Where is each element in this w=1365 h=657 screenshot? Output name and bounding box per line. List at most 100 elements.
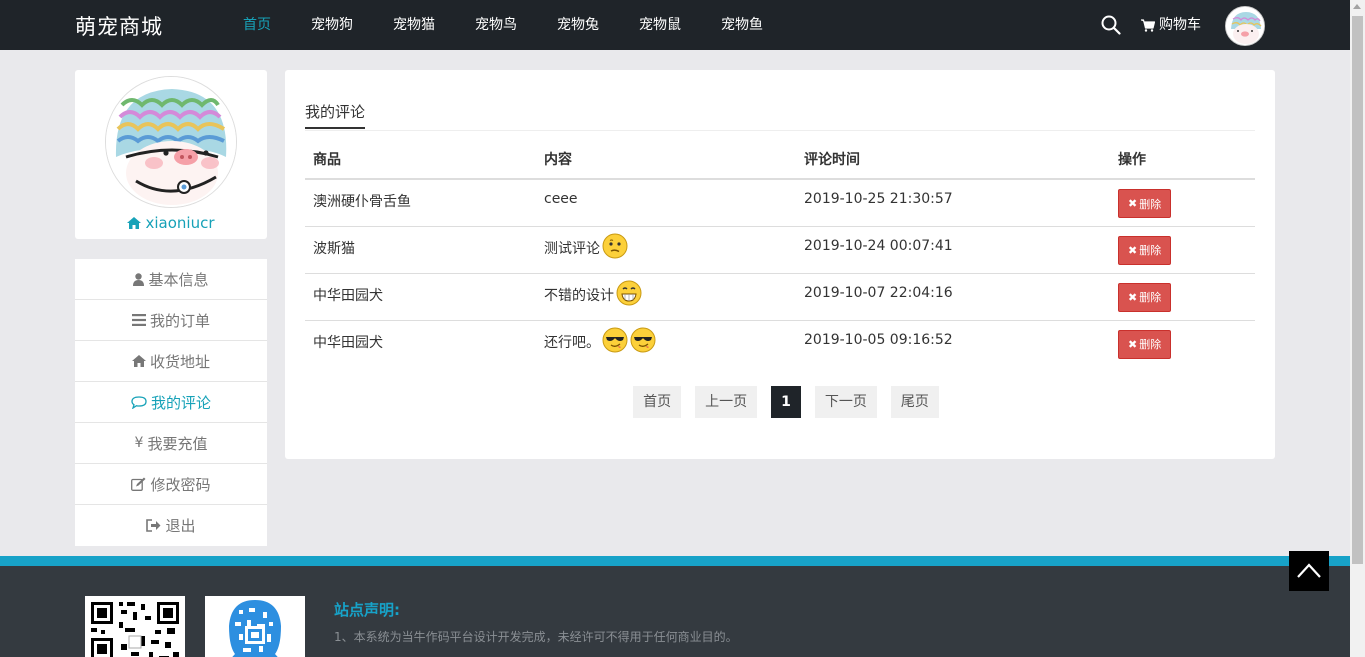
delete-label: 删除 [1139,338,1162,351]
delete-button[interactable]: ✖ 删除 [1118,329,1172,359]
sign-out-icon [146,519,161,532]
side-item-logout[interactable]: 退出 [75,505,267,546]
qq-qr-code [205,596,305,657]
tab-divider [305,130,1255,131]
delete-button[interactable]: ✖ 删除 [1118,189,1172,218]
table-header-row: 商品 内容 评论时间 操作 [305,140,1255,180]
profile-card: xiaoniucr [75,70,267,239]
page-current-button[interactable]: 1 [771,386,801,418]
side-item-my-comments[interactable]: 我的评论 [75,382,267,423]
close-icon: ✖ [1128,337,1138,351]
cell-action: ✖ 删除 [1110,320,1255,367]
chevron-up-icon [1297,563,1321,578]
column-header-content: 内容 [536,140,796,180]
side-item-basic-info[interactable]: 基本信息 [75,259,267,300]
cell-product[interactable]: 中华田园犬 [305,320,536,367]
site-brand[interactable]: 萌宠商城 [75,11,163,41]
cart-link[interactable]: 购物车 [1141,0,1201,50]
nav-link-cat[interactable]: 宠物猫 [393,0,435,50]
side-item-label: 收货地址 [149,352,210,371]
back-to-top-button[interactable] [1289,551,1329,591]
pagination: 首页 上一页 1 下一页 尾页 [285,386,1275,418]
grin-emoji-icon [616,280,642,305]
column-header-product: 商品 [305,140,536,180]
cool-emoji-icon [630,327,656,352]
table-row: 中华田园犬 还行吧。 2019-10-05 09:16:52 ✖ 删除 [305,320,1255,367]
side-item-change-password[interactable]: 修改密码 [75,464,267,505]
side-menu: 基本信息 我的订单 收货地址 我的评论 ¥ 我要充值 修改密码 退出 [75,259,267,546]
comments-panel: 我的评论 商品 内容 评论时间 操作 澳洲硬仆骨舌鱼 ceee 2019-10-… [285,70,1275,459]
comment-text: 还行吧。 [544,334,600,351]
cell-product[interactable]: 中华田园犬 [305,273,536,321]
nav-link-rabbit[interactable]: 宠物兔 [557,0,599,50]
close-icon: ✖ [1128,290,1138,304]
cell-action: ✖ 删除 [1110,179,1255,227]
close-icon: ✖ [1128,243,1138,257]
cart-icon [1141,18,1155,32]
edit-icon [131,477,146,491]
nav-link-fish[interactable]: 宠物鱼 [721,0,763,50]
cart-label: 购物车 [1159,17,1201,33]
site-footer: 站点声明: 1、本系统为当牛作码平台设计开发完成，未经许可不得用于任何商业目的。 [0,566,1350,657]
username-label: xiaoniucr [145,214,215,232]
page-last-button[interactable]: 尾页 [890,386,939,418]
nav-links: 首页 宠物狗 宠物猫 宠物鸟 宠物兔 宠物鼠 宠物鱼 [243,0,803,50]
cell-time: 2019-10-25 21:30:57 [796,179,1110,227]
cell-content: 还行吧。 [536,320,796,367]
delete-button[interactable]: ✖ 删除 [1118,282,1172,312]
close-icon: ✖ [1128,197,1138,210]
cell-action: ✖ 删除 [1110,226,1255,274]
table-row: 中华田园犬 不错的设计 2019-10-07 22:04:16 ✖ 删除 [305,273,1255,321]
page-next-button[interactable]: 下一页 [814,386,877,418]
delete-label: 删除 [1139,244,1162,257]
cell-action: ✖ 删除 [1110,273,1255,321]
cell-time: 2019-10-05 09:16:52 [804,331,953,348]
cell-product[interactable]: 澳洲硬仆骨舌鱼 [305,179,536,227]
delete-label: 删除 [1139,291,1162,304]
cell-content: 测试评论 [536,226,796,274]
tab-my-comments[interactable]: 我的评论 [305,101,365,122]
thinking-emoji-icon [602,233,628,258]
home-icon [131,355,146,367]
page-first-button[interactable]: 首页 [633,386,682,418]
nav-link-home[interactable]: 首页 [243,0,271,50]
nav-link-mouse[interactable]: 宠物鼠 [639,0,681,50]
home-icon [127,217,142,229]
side-item-label: 退出 [165,517,196,535]
cell-content: ceee [536,179,796,227]
footer-disclaimer: 1、本系统为当牛作码平台设计开发完成，未经许可不得用于任何商业目的。 [334,630,738,644]
side-item-label: 基本信息 [148,270,209,289]
scroll-up-arrow-icon[interactable] [1353,4,1361,9]
cool-emoji-icon [602,327,628,352]
comments-table: 商品 内容 评论时间 操作 澳洲硬仆骨舌鱼 ceee 2019-10-25 21… [305,140,1255,367]
user-icon [133,272,145,286]
page-prev-button[interactable]: 上一页 [695,386,758,418]
wechat-qr-code [85,596,185,657]
comment-icon [131,395,147,409]
side-item-label: 我的订单 [149,311,210,330]
nav-link-bird[interactable]: 宠物鸟 [475,0,517,50]
scroll-thumb[interactable] [1352,16,1363,564]
side-item-my-orders[interactable]: 我的订单 [75,300,267,341]
nav-avatar[interactable] [1225,6,1265,46]
column-header-action: 操作 [1110,140,1255,180]
list-icon [131,314,146,326]
side-item-address[interactable]: 收货地址 [75,341,267,382]
cell-time: 2019-10-07 22:04:16 [796,273,1110,321]
comment-text: ceee [544,191,578,207]
side-item-label: 我的评论 [150,393,211,412]
cell-product[interactable]: 波斯猫 [305,226,536,274]
cell-time: 2019-10-24 00:07:41 [796,226,1110,274]
table-row: 澳洲硬仆骨舌鱼 ceee 2019-10-25 21:30:57 ✖ 删除 [305,179,1255,227]
comment-text: 测试评论 [544,240,600,257]
delete-button[interactable]: ✖ 删除 [1118,235,1172,265]
footer-title: 站点声明: [334,601,400,619]
nav-link-dog[interactable]: 宠物狗 [311,0,353,50]
side-item-label: 我要充值 [147,434,208,453]
page-scrollbar[interactable] [1350,0,1365,657]
profile-username[interactable]: xiaoniucr [75,214,267,232]
search-icon[interactable] [1101,15,1121,35]
cell-content: 不错的设计 [536,273,796,321]
table-row: 波斯猫 测试评论 2019-10-24 00:07:41 ✖ 删除 [305,226,1255,274]
side-item-recharge[interactable]: ¥ 我要充值 [75,423,267,464]
